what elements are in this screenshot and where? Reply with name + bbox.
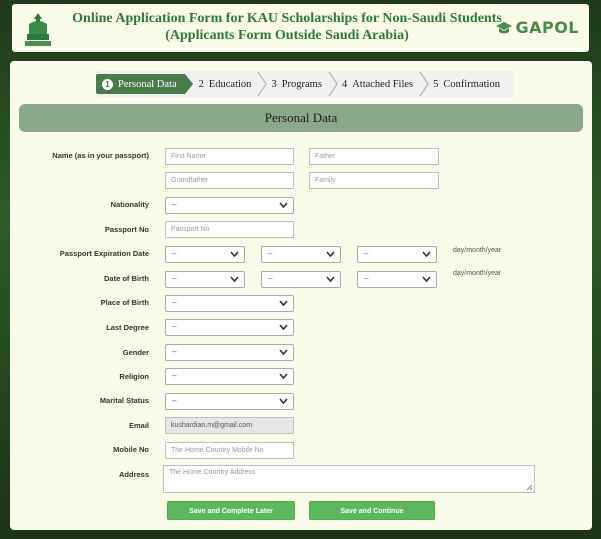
mobile-input[interactable]: The Home Country Mobile No	[165, 442, 294, 459]
step-personal-data[interactable]: 1 Personal Data	[96, 74, 185, 94]
step-label: Programs	[281, 78, 322, 90]
section-title: Personal Data	[19, 104, 583, 132]
nationality-value: --	[172, 202, 177, 209]
marital-value: --	[172, 398, 177, 405]
step-label: Personal Data	[118, 78, 177, 90]
brand-name: GAPOL	[515, 18, 579, 37]
dob-month-value: --	[268, 276, 273, 283]
chevron-down-icon	[279, 324, 288, 331]
title-line-2: (Applicants Form Outside Saudi Arabia)	[165, 28, 409, 43]
dob-month-select[interactable]: --	[261, 271, 341, 288]
chevron-right-icon	[184, 74, 193, 94]
step-attached-files[interactable]: 4 Attached Files	[338, 71, 419, 97]
dob-day-value: --	[172, 276, 177, 283]
step-label: Attached Files	[352, 78, 414, 90]
chevron-down-icon	[422, 251, 431, 258]
religion-value: --	[172, 373, 177, 380]
passport-exp-year-value: --	[364, 251, 369, 258]
step-number: 4	[341, 78, 348, 90]
last-degree-value: --	[172, 324, 177, 331]
title-line-1: Online Application Form for KAU Scholars…	[72, 11, 502, 26]
dob-label: Date of Birth	[104, 274, 149, 283]
passport-exp-month-value: --	[268, 251, 273, 258]
dob-day-select[interactable]: --	[165, 271, 245, 288]
address-label: Address	[118, 470, 149, 479]
wizard-steps: 1 Personal Data 2 Education 3 Programs 4…	[96, 71, 514, 97]
passport-exp-day-select[interactable]: --	[165, 246, 245, 263]
nationality-select[interactable]: --	[165, 197, 294, 214]
marital-label: Marital Status	[99, 396, 149, 405]
passport-exp-label: Passport Expiration Date	[59, 249, 149, 258]
step-number: 1	[102, 78, 113, 90]
grandfather-name-input[interactable]: Grandfather	[165, 172, 294, 189]
name-label: Name (as in your passport)	[52, 151, 149, 160]
step-label: Confirmation	[443, 78, 500, 90]
step-number: 2	[198, 78, 204, 90]
chevron-right-icon	[328, 71, 338, 97]
last-degree-label: Last Degree	[106, 323, 149, 332]
chevron-down-icon	[422, 276, 431, 283]
chevron-down-icon	[326, 276, 335, 283]
date-format-hint: day/month/year	[453, 270, 502, 277]
step-label: Education	[208, 78, 252, 90]
resize-grip-icon[interactable]	[526, 484, 533, 491]
date-format-hint: day/month/year	[453, 247, 502, 254]
gender-select[interactable]: --	[165, 344, 294, 361]
gapol-logo: GAPOL	[495, 18, 579, 37]
passport-exp-month-select[interactable]: --	[261, 246, 341, 263]
email-field: kushardian.m@gmail.com	[165, 417, 294, 434]
chevron-down-icon	[279, 373, 288, 380]
chevron-right-icon	[419, 71, 430, 97]
pob-select[interactable]: --	[165, 295, 294, 312]
gender-label: Gender	[122, 348, 149, 357]
dob-year-select[interactable]: --	[357, 271, 437, 288]
religion-label: Religion	[119, 372, 149, 381]
pob-value: --	[172, 300, 177, 307]
marital-select[interactable]: --	[165, 393, 294, 410]
pob-label: Place of Birth	[100, 298, 149, 307]
page-header: Online Application Form for KAU Scholars…	[12, 4, 589, 52]
mobile-label: Mobile No	[113, 445, 149, 454]
page-title: Online Application Form for KAU Scholars…	[72, 10, 502, 44]
step-number: 5	[433, 78, 439, 90]
chevron-down-icon	[279, 398, 288, 405]
dob-year-value: --	[364, 276, 369, 283]
passport-exp-day-value: --	[172, 251, 177, 258]
first-name-input[interactable]: First Name	[165, 148, 294, 165]
step-programs[interactable]: 3 Programs	[267, 71, 328, 97]
family-name-input[interactable]: Family	[309, 172, 439, 189]
step-education[interactable]: 2 Education	[195, 71, 258, 97]
step-confirmation[interactable]: 5 Confirmation	[429, 71, 506, 97]
save-continue-button[interactable]: Save and Continue	[309, 501, 435, 520]
graduation-cap-icon	[496, 21, 513, 33]
address-placeholder: The Home Country Address	[169, 469, 256, 476]
last-degree-select[interactable]: --	[165, 319, 294, 336]
father-name-input[interactable]: Father	[309, 148, 439, 165]
chevron-down-icon	[279, 202, 288, 209]
email-label: Email	[128, 421, 149, 430]
address-textarea[interactable]: The Home Country Address	[163, 465, 535, 493]
chevron-down-icon	[326, 251, 335, 258]
chevron-down-icon	[230, 251, 239, 258]
save-complete-later-button[interactable]: Save and Complete Later	[167, 501, 295, 520]
kau-logo-icon	[22, 10, 54, 48]
gender-value: --	[172, 349, 177, 356]
passport-no-label: Passport No	[104, 225, 149, 234]
passport-no-input[interactable]: Passport No	[165, 221, 294, 238]
chevron-down-icon	[279, 300, 288, 307]
step-number: 3	[271, 78, 277, 90]
nationality-label: Nationality	[110, 200, 149, 209]
passport-exp-year-select[interactable]: --	[357, 246, 437, 263]
form-panel: 1 Personal Data 2 Education 3 Programs 4…	[10, 61, 592, 530]
religion-select[interactable]: --	[165, 368, 294, 385]
chevron-right-icon	[257, 71, 268, 97]
chevron-down-icon	[279, 349, 288, 356]
chevron-down-icon	[230, 276, 239, 283]
